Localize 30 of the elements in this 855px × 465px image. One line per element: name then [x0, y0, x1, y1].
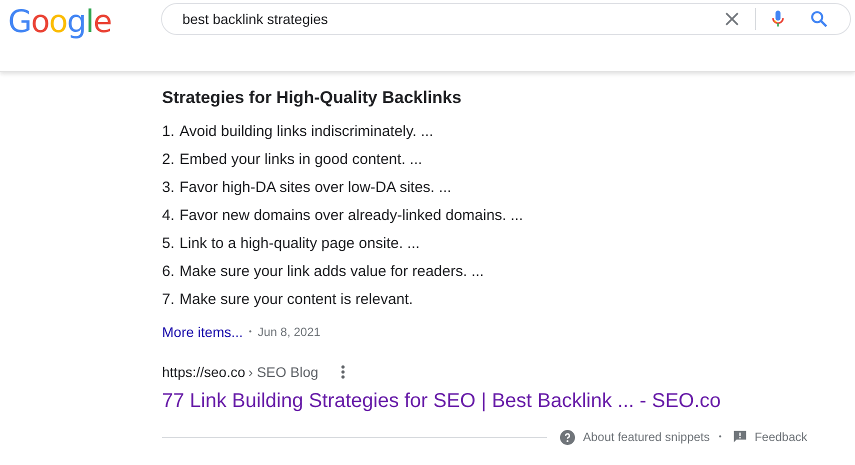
list-item-text: Avoid building links indiscriminately. ... — [180, 122, 434, 142]
list-item-text: Link to a high-quality page onsite. ... — [180, 234, 420, 254]
snippet-title: Strategies for High-Quality Backlinks — [162, 87, 462, 109]
help-icon[interactable] — [560, 430, 575, 444]
list-item-text: Make sure your content is relevant. — [180, 290, 413, 310]
list-number: 3. — [162, 178, 175, 198]
separator-dot: • — [248, 326, 252, 338]
list-item-text: Make sure your link adds value for readers. ... — [180, 262, 484, 282]
google-logo[interactable]: Google — [8, 7, 112, 37]
result-url: https://seo.co — [162, 363, 246, 382]
list-number: 7. — [162, 290, 175, 310]
breadcrumb: › SEO Blog — [248, 363, 318, 382]
list-item-text: Embed your links in good content. ... — [180, 150, 422, 170]
date: Jun 8, 2021 — [258, 324, 320, 341]
search-bar[interactable]: best backlink strategies — [161, 3, 852, 35]
about-featured-snippets-link[interactable]: About featured snippets — [583, 428, 710, 446]
list-item-text: Favor high-DA sites over low-DA sites. ... — [180, 178, 452, 198]
list-number: 1. — [162, 122, 175, 142]
list-item-text: Favor new domains over already-linked domains. ... — [180, 206, 524, 226]
list-number: 5. — [162, 234, 175, 254]
list-number: 2. — [162, 150, 175, 170]
list-number: 6. — [162, 262, 175, 282]
search-field[interactable]: best backlink strategies — [182, 11, 722, 27]
list-number: 4. — [162, 206, 175, 226]
feedback-icon[interactable] — [732, 430, 747, 444]
result-title-link[interactable]: 77 Link Building Strategies for SEO | Best Backlink ... - SEO.co — [162, 388, 855, 414]
more-options-icon[interactable] — [341, 365, 346, 379]
feedback-link[interactable]: Feedback — [754, 428, 808, 446]
more-items-link[interactable]: More items... — [162, 321, 243, 343]
separator-dot: • — [718, 431, 722, 443]
